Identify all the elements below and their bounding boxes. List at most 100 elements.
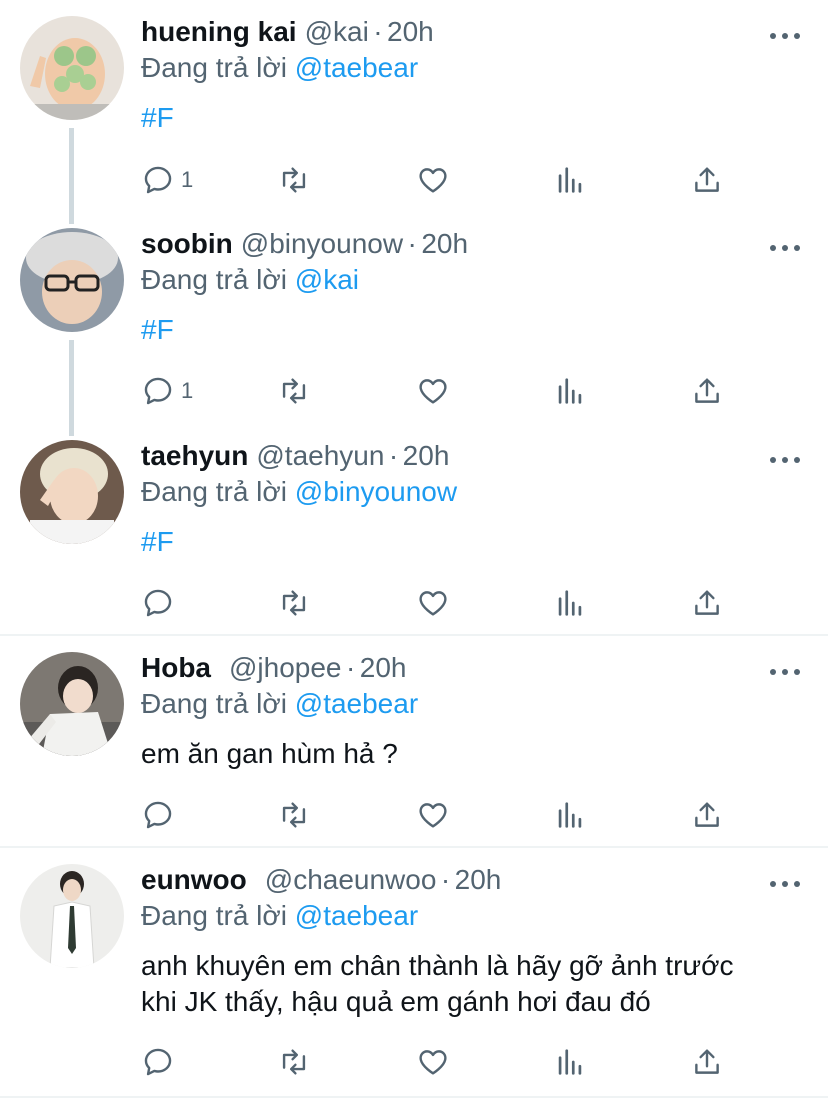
reply-icon: [144, 377, 172, 405]
more-icon[interactable]: [770, 450, 800, 470]
timestamp[interactable]: 20h: [421, 228, 468, 259]
avatar[interactable]: [20, 228, 124, 332]
share-icon: [695, 378, 719, 403]
reply-icon: [144, 589, 172, 617]
replying-to-label: Đang trả lời: [141, 688, 295, 719]
like-button[interactable]: [416, 160, 450, 200]
tweet-actions: 1: [0, 160, 828, 200]
reply-button[interactable]: 1: [141, 160, 193, 200]
analytics-button[interactable]: [553, 583, 587, 623]
mention-link[interactable]: @taebear: [295, 52, 418, 83]
replying-to-label: Đang trả lời: [141, 900, 295, 931]
hashtag-link[interactable]: #F: [141, 314, 174, 345]
reply-button[interactable]: [141, 583, 175, 623]
mention-link[interactable]: @kai: [295, 264, 359, 295]
user-handle[interactable]: @binyounow: [241, 228, 403, 259]
reply-count: 1: [181, 167, 194, 192]
replying-to: Đang trả lời @taebear: [141, 52, 418, 84]
analytics-button[interactable]: [553, 371, 587, 411]
more-icon[interactable]: [770, 874, 800, 894]
like-icon: [419, 803, 447, 828]
divider: [0, 1096, 828, 1098]
reply-button[interactable]: [141, 1042, 175, 1082]
user-handle[interactable]: @jhopee: [229, 652, 342, 683]
hashtag-link[interactable]: #F: [141, 526, 174, 557]
like-icon: [419, 379, 447, 404]
timestamp[interactable]: 20h: [403, 440, 450, 471]
avatar[interactable]: [20, 864, 124, 968]
tweet-text: em ăn gan hùm hả ?: [141, 736, 801, 772]
retweet-icon: [282, 378, 306, 404]
display-name[interactable]: taehyun: [141, 440, 248, 471]
more-icon[interactable]: [770, 662, 800, 682]
share-button[interactable]: [690, 795, 724, 835]
retweet-button[interactable]: [277, 1042, 311, 1082]
replying-to: Đang trả lời @kai: [141, 264, 359, 296]
share-icon: [695, 167, 719, 192]
separator-dot: ·: [440, 864, 451, 895]
timestamp[interactable]: 20h: [360, 652, 407, 683]
separator-dot: ·: [345, 652, 356, 683]
tweet-text: anh khuyên em chân thành là hãy gỡ ảnh t…: [141, 948, 801, 1020]
tweet-actions: 1: [0, 371, 828, 411]
mention-link[interactable]: @taebear: [295, 688, 418, 719]
display-name[interactable]: Hoba: [141, 652, 211, 683]
like-button[interactable]: [416, 1042, 450, 1082]
tweet-text: #F: [141, 524, 801, 560]
hashtag-link[interactable]: #F: [141, 102, 174, 133]
tweet-header: taehyun @taehyun · 20h: [141, 440, 449, 480]
display-name[interactable]: huening kai: [141, 16, 297, 47]
retweet-icon: [282, 590, 306, 616]
like-icon: [419, 591, 447, 616]
divider: [0, 846, 828, 848]
user-handle[interactable]: @taehyun: [256, 440, 384, 471]
reply-icon: [144, 1048, 172, 1076]
tweet-header: huening kai @kai · 20h: [141, 16, 434, 56]
more-icon[interactable]: [770, 238, 800, 258]
replying-to-label: Đang trả lời: [141, 52, 295, 83]
avatar[interactable]: [20, 440, 124, 544]
user-handle[interactable]: @kai: [305, 16, 369, 47]
reply-button[interactable]: [141, 795, 175, 835]
share-icon: [695, 590, 719, 615]
tweet-text: #F: [141, 100, 801, 136]
avatar[interactable]: [20, 16, 124, 120]
reply-button[interactable]: 1: [141, 371, 193, 411]
tweet-actions: [0, 795, 828, 835]
reply-icon: [144, 166, 172, 194]
share-button[interactable]: [690, 1042, 724, 1082]
timestamp[interactable]: 20h: [455, 864, 502, 895]
retweet-button[interactable]: [277, 160, 311, 200]
share-button[interactable]: [690, 371, 724, 411]
analytics-button[interactable]: [553, 795, 587, 835]
like-button[interactable]: [416, 371, 450, 411]
mention-link[interactable]: @binyounow: [295, 476, 457, 507]
analytics-icon: [558, 590, 582, 616]
retweet-button[interactable]: [277, 795, 311, 835]
like-button[interactable]: [416, 795, 450, 835]
like-button[interactable]: [416, 583, 450, 623]
display-name[interactable]: eunwoo: [141, 864, 247, 895]
avatar[interactable]: [20, 652, 124, 756]
tweet-header: Hoba @jhopee · 20h: [141, 652, 406, 692]
share-button[interactable]: [690, 583, 724, 623]
reply-feed: huening kai @kai · 20h Đang trả lời @taeb…: [0, 0, 828, 1102]
analytics-button[interactable]: [553, 160, 587, 200]
display-name[interactable]: soobin: [141, 228, 233, 259]
like-icon: [419, 168, 447, 193]
share-button[interactable]: [690, 160, 724, 200]
replying-to: Đang trả lời @taebear: [141, 900, 418, 932]
more-icon[interactable]: [770, 26, 800, 46]
analytics-button[interactable]: [553, 1042, 587, 1082]
tweet-body-line: anh khuyên em chân thành là hãy gỡ ảnh t…: [141, 950, 734, 981]
timestamp[interactable]: 20h: [387, 16, 434, 47]
tweet-header: soobin @binyounow · 20h: [141, 228, 468, 268]
share-icon: [695, 1049, 719, 1074]
retweet-button[interactable]: [277, 583, 311, 623]
mention-link[interactable]: @taebear: [295, 900, 418, 931]
retweet-button[interactable]: [277, 371, 311, 411]
tweet-header: eunwoo @chaeunwoo · 20h: [141, 864, 501, 904]
user-handle[interactable]: @chaeunwoo: [265, 864, 437, 895]
replying-to: Đang trả lời @taebear: [141, 688, 418, 720]
tweet-actions: [0, 1042, 828, 1082]
